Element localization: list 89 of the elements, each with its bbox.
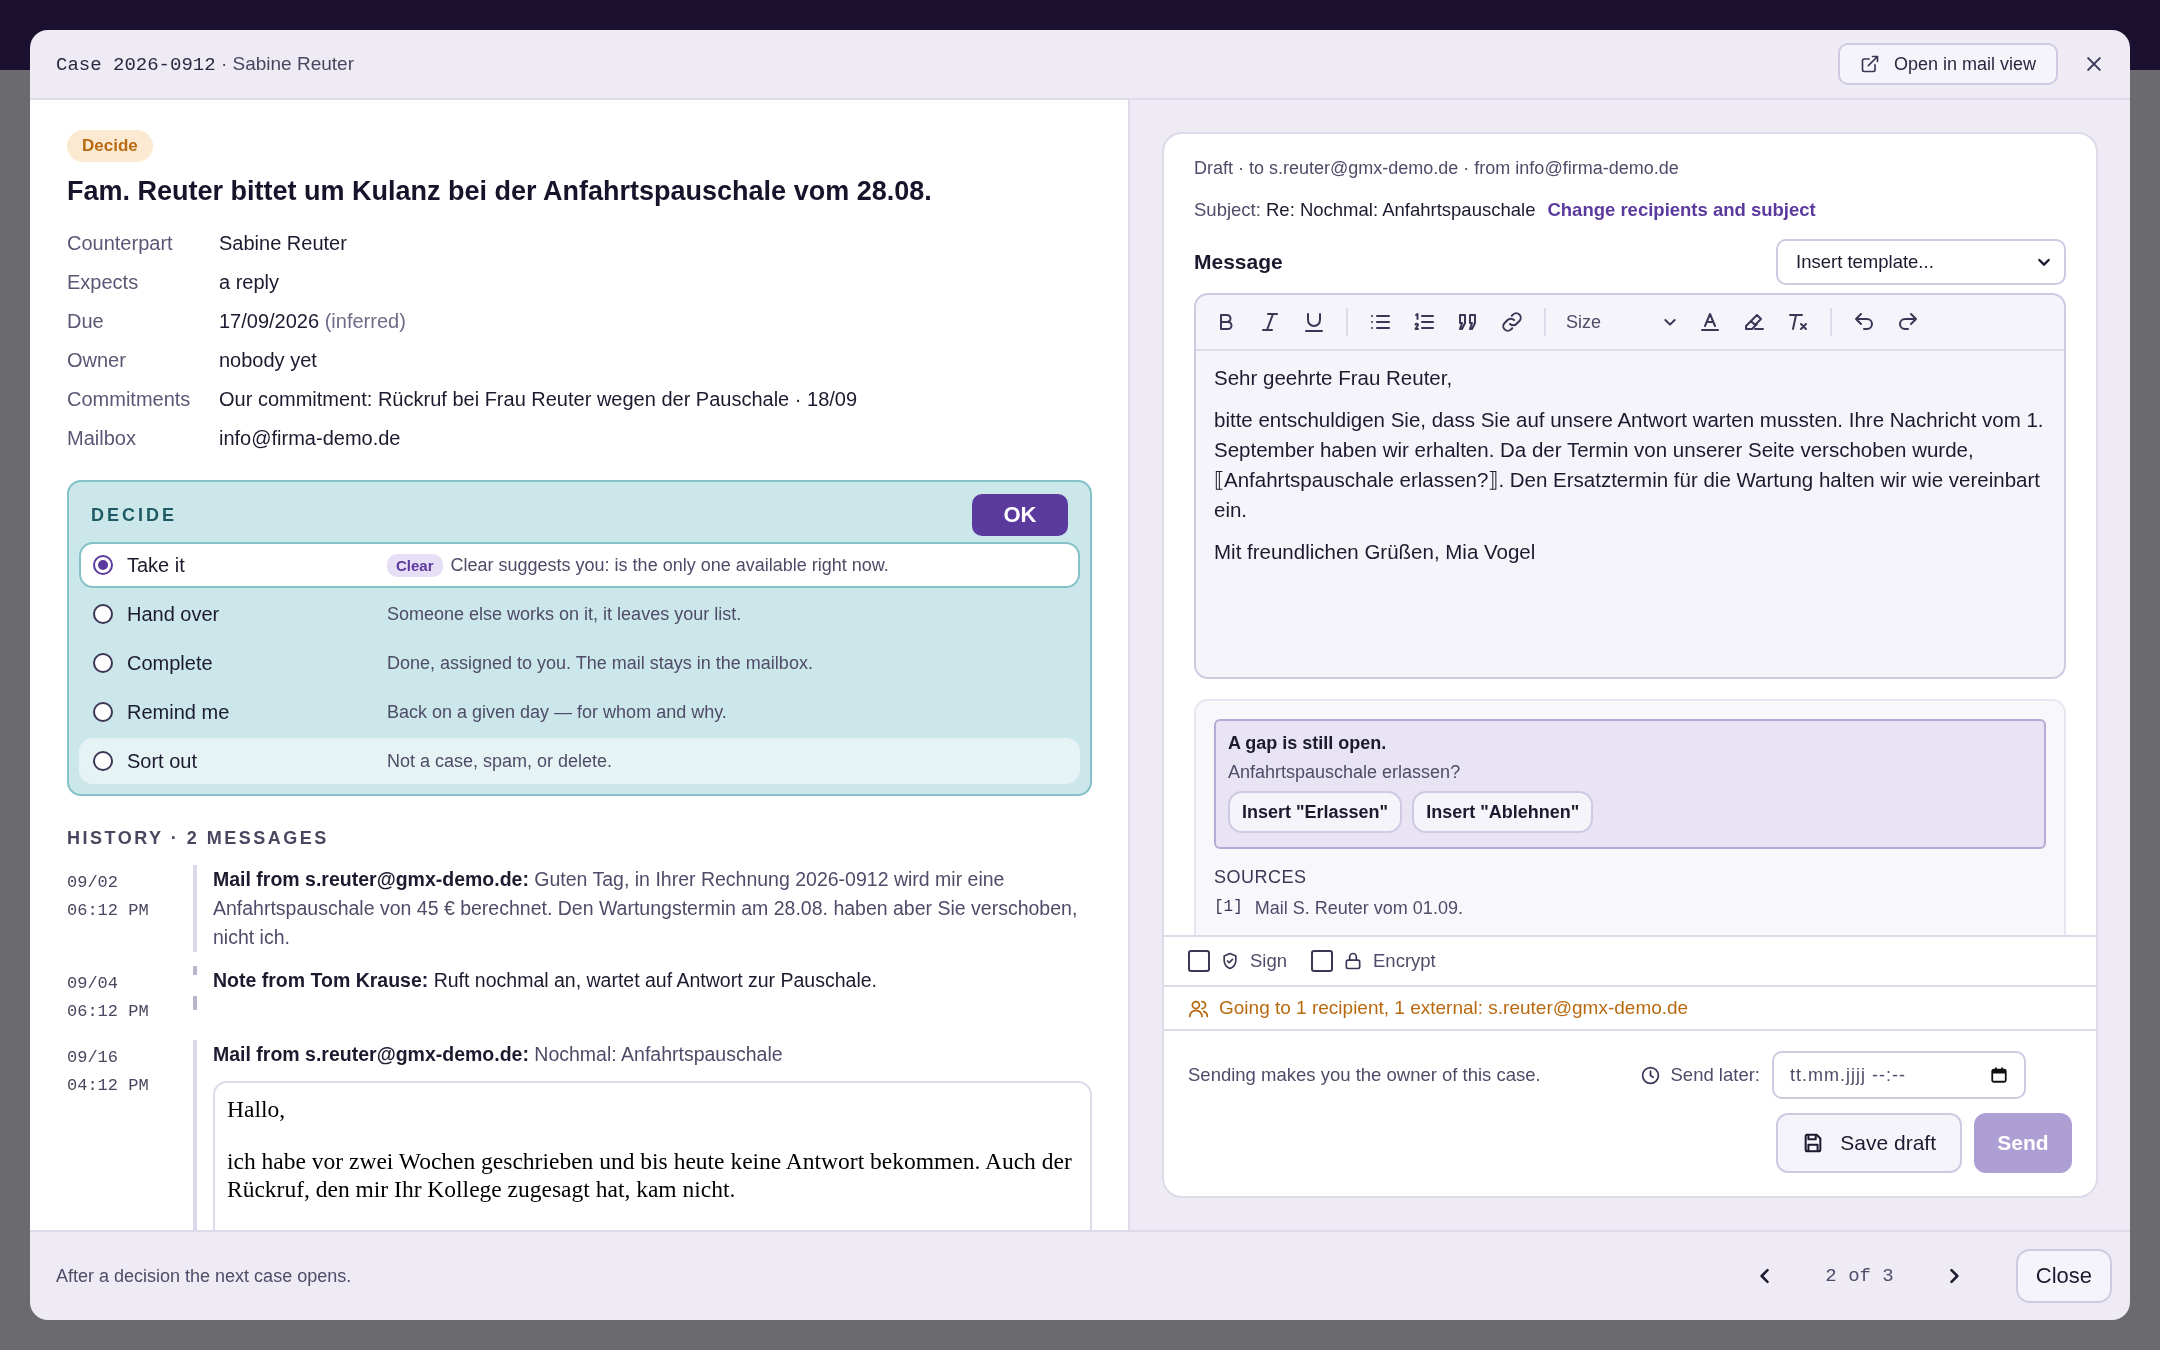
history-entry-text: Mail from s.reuter@gmx-demo.de: Guten Tag, in Ihrer Rechnung 2026-0912 wird mir eine Anfahrtspauschale von 45 € berechnet. Den Wartungstermin am 28.08. haben aber Sie verschoben, nicht ich. [213, 867, 1079, 950]
footer-note: After a decision the next case opens. [56, 1265, 352, 1287]
open-in-mail-view-button[interactable]: Open in mail view [1837, 43, 2058, 85]
external-link-icon [1859, 54, 1880, 74]
draft-paragraph: Sehr geehrte Frau Reuter, [1214, 365, 1454, 391]
option-hint: Not a case, spam, or delete. [387, 750, 613, 772]
decision-option[interactable]: Take it Clear Clear suggests you: is the only one available right now. [79, 542, 1080, 588]
section-heading: DECIDE [91, 504, 177, 526]
message-label: Message [1194, 250, 1283, 274]
send-later-label: Send later: [1670, 1064, 1760, 1086]
ok-button[interactable]: OK [972, 494, 1068, 536]
entry-time: 06:12 PM [67, 900, 150, 922]
date-field[interactable]: tt.mm.jjjj --:-- [1772, 1051, 2026, 1099]
underline-icon[interactable] [1302, 310, 1326, 334]
recipients-warning: Going to 1 recipient, 1 external: s.reuter@gmx-demo.de [1219, 997, 1689, 1019]
decision-option[interactable]: Sort out Not a case, spam, or delete. [79, 738, 1080, 784]
change-recipients-link[interactable]: Change recipients and subject [1547, 199, 1816, 221]
radio-button[interactable] [93, 751, 113, 771]
mail-paragraph: ich habe vor zwei Wochen geschrieben und bis heute keine Antwort bekommen. Auch der Rückruf, den mir Ihr Kollege zugesagt hat, kam nicht. [227, 1147, 1073, 1203]
field-label: Expects [67, 270, 140, 295]
owner-note: Sending makes you the owner of this case. [1188, 1064, 1541, 1086]
decision-option[interactable]: Remind me Back on a given day — for whom and why. [79, 689, 1080, 735]
history-entry-text: Mail from s.reuter@gmx-demo.de: Nochmal: Anfahrtspauschale [213, 1042, 784, 1067]
clock-icon [1639, 1064, 1661, 1086]
entry-time: 06:12 PM [67, 1001, 150, 1023]
field-label: Mailbox [67, 426, 137, 451]
field-value: a reply [219, 270, 281, 295]
page-indicator: 2 of 3 [1825, 1265, 1894, 1287]
checkbox[interactable] [1311, 950, 1334, 972]
field-value: Sabine Reuter [219, 231, 348, 256]
checkbox[interactable] [1188, 950, 1210, 972]
field-label: Commitments [67, 387, 192, 412]
field-label: Owner [67, 348, 127, 373]
option-hint: Back on a given day — for whom and why. [387, 701, 727, 723]
draft-meta: Draft · to s.reuter@gmx-demo.de · from info@firma-demo.de [1193, 158, 1680, 179]
section-heading: HISTORY · 2 MESSAGES [67, 828, 330, 849]
option-label: Hand over [127, 602, 221, 626]
close-icon[interactable] [2084, 54, 2104, 74]
draft-paragraph: bitte entschuldigen Sie, dass Sie auf unsere Antwort warten mussten. Ihre Nachricht vom 1. September haben wir erhalten. Da der Termin von unserer Seite verschoben wurde, ⟦Anfahrtspauschale erlassen?⟧. Den Ersatztermin für die Wartung halten wir wie vereinbart ein. [1214, 407, 2045, 523]
mail-paragraph: Hallo, [227, 1095, 287, 1123]
close-button[interactable]: Close [2015, 1249, 2112, 1303]
draft-paragraph: Mit freundlichen Grüßen, Mia Vogel [1214, 539, 1537, 565]
option-label: Take it [127, 553, 186, 577]
radio-button[interactable] [93, 555, 113, 575]
insert-button[interactable]: Insert "Ablehnen" [1412, 791, 1594, 833]
field-label: Counterpart [67, 231, 174, 256]
option-label: Sign [1250, 950, 1288, 972]
entry-date: 09/04 [67, 973, 119, 995]
size-select[interactable]: Size [1566, 311, 1678, 333]
insert-button[interactable]: Insert "Erlassen" [1228, 791, 1403, 833]
option-hint: Clear suggests you: is the only one available right now. [450, 554, 889, 576]
option-hint: Someone else works on it, it leaves your list. [387, 603, 742, 625]
calendar-icon[interactable] [1990, 1066, 2008, 1084]
template-select[interactable]: Insert template... [1776, 239, 2066, 285]
decision-option[interactable]: Hand over Someone else works on it, it leaves your list. [79, 591, 1080, 637]
radio-button[interactable] [93, 604, 113, 624]
option-label: Sort out [127, 749, 199, 773]
source-index: [1] [1214, 898, 1243, 918]
entry-date: 09/02 [67, 872, 119, 894]
source-link[interactable]: Mail S. Reuter vom 01.09. [1254, 898, 1463, 919]
history-entry-text: Note from Tom Krause: Ruft nochmal an, wartet auf Antwort zur Pauschale. [213, 968, 878, 993]
option-label: Remind me [127, 700, 231, 724]
dialog-title: Case 2026-0912 · Sabine Reuter [56, 52, 354, 76]
field-value: info@firma-demo.de [219, 426, 402, 451]
field-value: Our commitment: Rückruf bei Frau Reuter wegen der Pauschale · 18/09 [219, 387, 859, 412]
radio-button[interactable] [93, 653, 113, 673]
link-icon[interactable] [1500, 310, 1524, 334]
option-hint: Done, assigned to you. The mail stays in the mailbox. [387, 652, 813, 674]
option-label: Complete [127, 651, 214, 675]
entry-date: 09/16 [67, 1047, 119, 1069]
radio-button[interactable] [93, 702, 113, 722]
gap-question: Anfahrtspauschale erlassen? [1228, 762, 1462, 783]
message-editor[interactable] [1194, 293, 2066, 679]
sources-heading: SOURCES [1214, 867, 1308, 888]
subject-line: Subject: Re: Nochmal: Anfahrtspauschale [1194, 199, 1536, 221]
field-value: 17/09/2026 (inferred) [219, 309, 407, 334]
field-value: nobody yet [219, 348, 318, 373]
field-label: Due [67, 309, 105, 334]
save-draft-button[interactable]: Save draft [1776, 1113, 1962, 1173]
gap-title: A gap is still open. [1228, 733, 1388, 754]
case-title: Fam. Reuter bittet um Kulanz bei der Anfahrtspauschale vom 28.08. [67, 176, 933, 207]
status-badge: Decide [67, 130, 153, 162]
shield-check-icon [1220, 951, 1240, 971]
option-label: Encrypt [1373, 950, 1436, 972]
suggestion-tag: Clear [387, 553, 443, 577]
lock-icon [1343, 951, 1364, 971]
decision-option[interactable]: Complete Done, assigned to you. The mail stays in the mailbox. [79, 640, 1080, 686]
text-color-icon[interactable] [1698, 310, 1722, 334]
entry-time: 04:12 PM [67, 1075, 150, 1097]
